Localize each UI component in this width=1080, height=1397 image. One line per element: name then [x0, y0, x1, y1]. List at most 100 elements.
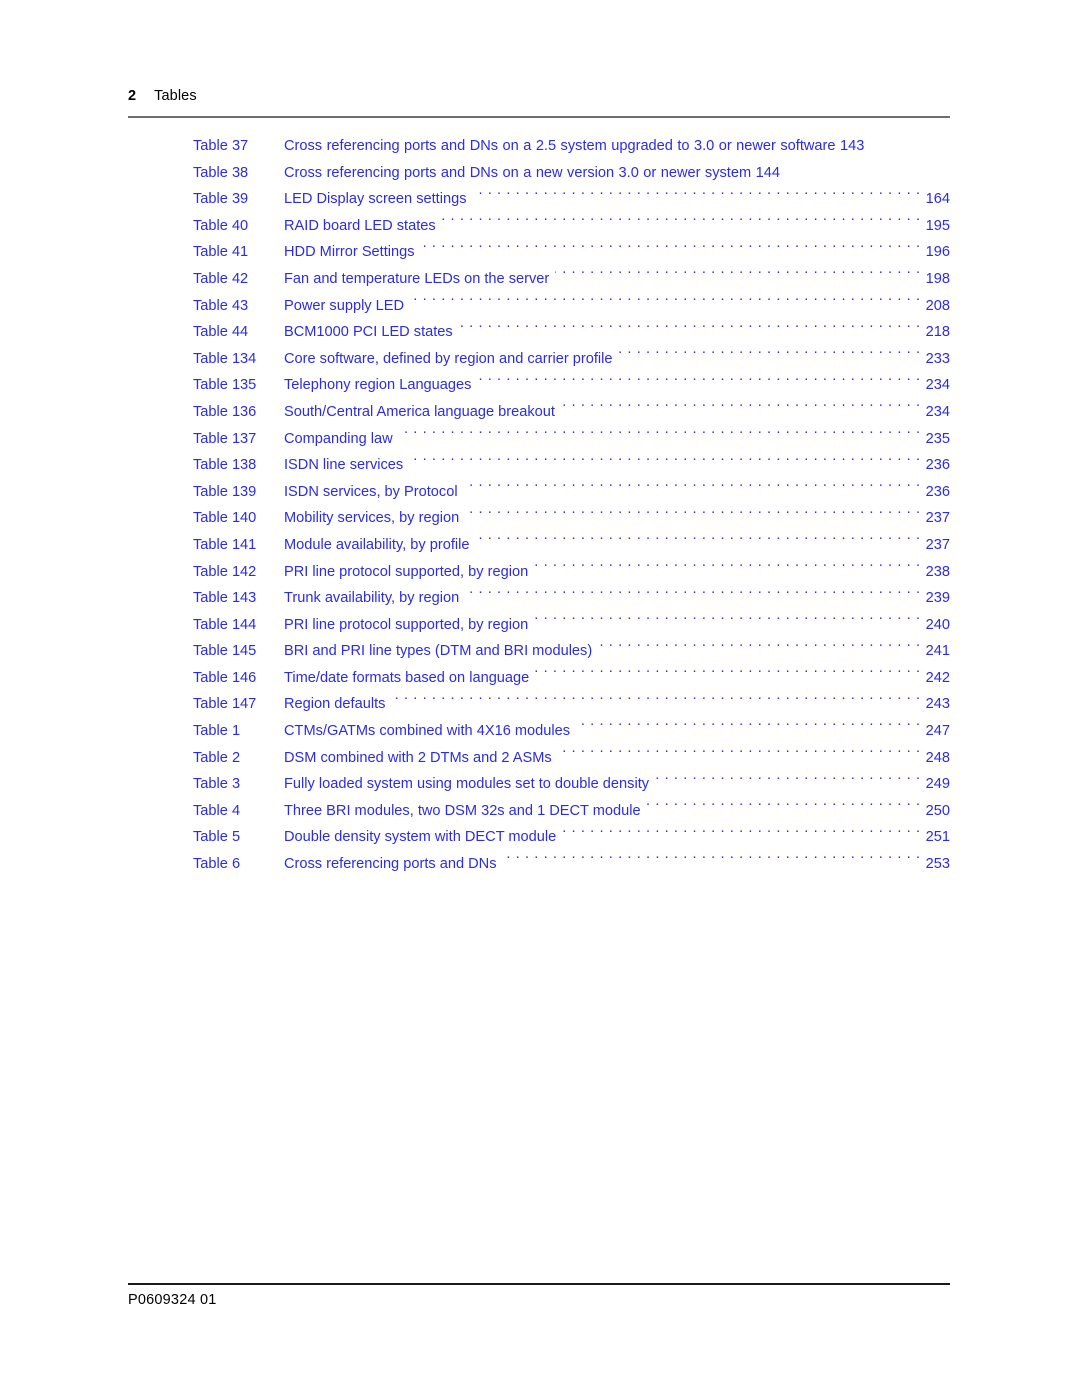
entry-title: DSM combined with 2 DTMs and 2 ASMs — [284, 749, 552, 766]
entry-label: Table 2 — [193, 749, 241, 766]
entry-body: ISDN line services 236 — [284, 452, 950, 479]
list-of-tables-entry[interactable]: Table 141 Module availability, by profile… — [128, 532, 950, 559]
dot-leader — [465, 588, 920, 603]
list-of-tables-entry[interactable]: Table 139 ISDN services, by Protocol 236 — [128, 479, 950, 506]
list-of-tables-entry[interactable]: Table 136 South/Central America language … — [128, 399, 950, 426]
list-of-tables-entry[interactable]: Table 147 Region defaults 243 — [128, 691, 950, 718]
list-of-tables-entry[interactable]: Table 142 PRI line protocol supported, by… — [128, 559, 950, 586]
entry-label: Table 142 — [193, 563, 257, 580]
entry-body: Trunk availability, by region 239 — [284, 585, 950, 612]
entry-title: ISDN services, by Protocol — [284, 483, 458, 500]
list-of-tables-entry[interactable]: Table 145 BRI and PRI line types (DTM and… — [128, 638, 950, 665]
entry-page-number: 196 — [925, 244, 950, 261]
list-of-tables-entry[interactable]: Table 134 Core software, defined by regio… — [128, 346, 950, 373]
entry-label: Table 147 — [193, 696, 257, 713]
entry-label: Table 139 — [193, 483, 257, 500]
entry-page-number: 241 — [925, 643, 950, 660]
page-folio-number: 2 — [128, 88, 137, 104]
entry-body: HDD Mirror Settings 196 — [284, 239, 950, 266]
entry-label: Table 41 — [193, 244, 249, 261]
dot-leader — [647, 800, 921, 815]
entry-title: Module availability, by profile — [284, 536, 470, 553]
entry-page-number: 195 — [925, 217, 950, 234]
entry-label: Table 138 — [193, 457, 257, 474]
dot-leader — [476, 534, 921, 549]
entry-page-number: 234 — [925, 377, 950, 394]
chapter-title: Tables — [154, 88, 197, 104]
list-of-tables-entry[interactable]: Table 2 DSM combined with 2 DTMs and 2 AS… — [128, 745, 950, 772]
entry-page-number: 237 — [925, 536, 950, 553]
entry-title: Three BRI modules, two DSM 32s and 1 DEC… — [284, 802, 641, 819]
entry-page-number: 239 — [925, 590, 950, 607]
entry-body: DSM combined with 2 DTMs and 2 ASMs 248 — [284, 745, 950, 772]
list-of-tables-entry[interactable]: Table 3 Fully loaded system using modules… — [128, 771, 950, 798]
list-of-tables-entry[interactable]: Table 37 Cross referencing ports and DNs … — [128, 133, 950, 160]
dot-leader — [558, 747, 921, 762]
dot-leader — [459, 322, 921, 337]
dot-leader — [442, 215, 921, 230]
list-of-tables-entry[interactable]: Table 138 ISDN line services 236 — [128, 452, 950, 479]
list-of-tables-entry[interactable]: Table 146 Time/date formats based on lang… — [128, 665, 950, 692]
entry-title: Cross referencing ports and DNs — [284, 856, 497, 873]
entry-body: Power supply LED 208 — [284, 293, 950, 320]
dot-leader — [561, 401, 921, 416]
entry-page-number: 249 — [925, 776, 950, 793]
dot-leader — [391, 694, 920, 709]
entry-label: Table 3 — [193, 776, 241, 793]
entry-body: Fully loaded system using modules set to… — [284, 771, 950, 798]
dot-leader — [535, 667, 920, 682]
list-of-tables-entry[interactable]: Table 38 Cross referencing ports and DNs … — [128, 160, 950, 187]
entry-label: Table 37 — [193, 138, 249, 154]
list-of-tables-entry[interactable]: Table 6 Cross referencing ports and DNs 25… — [128, 851, 950, 878]
entry-label: Table 137 — [193, 430, 257, 447]
entry-page-number: 198 — [925, 270, 950, 287]
entry-title: LED Display screen settings — [284, 191, 467, 208]
entry-label: Table 144 — [193, 616, 257, 633]
list-of-tables-entry[interactable]: Table 137 Companding law 235 — [128, 426, 950, 453]
entry-title: Telephony region Languages — [284, 377, 472, 394]
entry-title: Region defaults — [284, 696, 386, 713]
dot-leader — [410, 295, 921, 310]
entry-page-number: 208 — [925, 297, 950, 314]
entry-body: Mobility services, by region 237 — [284, 505, 950, 532]
dot-leader — [534, 614, 920, 629]
footer-document-number: P0609324 01 — [128, 1292, 217, 1308]
entry-title: Power supply LED — [284, 297, 405, 314]
entry-body: LED Display screen settings 164 — [284, 186, 950, 213]
list-of-tables-entry[interactable]: Table 143 Trunk availability, by region 23… — [128, 585, 950, 612]
list-of-tables-entry[interactable]: Table 140 Mobility services, by region 237 — [128, 505, 950, 532]
entry-label: Table 5 — [193, 829, 241, 846]
list-of-tables-entry[interactable]: Table 144 PRI line protocol supported, by… — [128, 612, 950, 639]
entry-body: CTMs/GATMs combined with 4X16 modules 247 — [284, 718, 950, 745]
dot-leader — [399, 428, 921, 443]
list-of-tables-entry[interactable]: Table 40 RAID board LED states 195 — [128, 213, 950, 240]
entry-body: Companding law 235 — [284, 426, 950, 453]
list-of-tables-entry[interactable]: Table 43 Power supply LED 208 — [128, 293, 950, 320]
list-of-tables-entry[interactable]: Table 41 HDD Mirror Settings 196 — [128, 239, 950, 266]
entry-page-number: 251 — [925, 829, 950, 846]
entry-label: Table 145 — [193, 643, 257, 660]
entry-page-number: 250 — [925, 802, 950, 819]
list-of-tables-entry[interactable]: Table 39 LED Display screen settings 164 — [128, 186, 950, 213]
entry-title: PRI line protocol supported, by region — [284, 563, 529, 580]
list-of-tables-entry[interactable]: Table 4 Three BRI modules, two DSM 32s an… — [128, 798, 950, 825]
entry-body: South/Central America language breakout 2… — [284, 399, 950, 426]
entry-label: Table 4 — [193, 802, 241, 819]
entry-title: BCM1000 PCI LED states — [284, 324, 453, 341]
dot-leader — [473, 189, 921, 204]
entry-body: Fan and temperature LEDs on the server 19… — [284, 266, 950, 293]
dot-leader — [576, 720, 921, 735]
list-of-tables-entry[interactable]: Table 1 CTMs/GATMs combined with 4X16 mod… — [128, 718, 950, 745]
list-of-tables-entry[interactable]: Table 135 Telephony region Languages 234 — [128, 372, 950, 399]
header-divider-rule — [128, 116, 950, 118]
entry-page-number: 248 — [925, 749, 950, 766]
list-of-tables-entry[interactable]: Table 44 BCM1000 PCI LED states 218 — [128, 319, 950, 346]
dot-leader — [465, 508, 920, 523]
entry-body: PRI line protocol supported, by region 24… — [284, 612, 950, 639]
list-of-tables: Table 37 Cross referencing ports and DNs … — [128, 133, 950, 878]
entry-page-number: 243 — [925, 696, 950, 713]
entry-title-with-page: Cross referencing ports and DNs on a new… — [284, 164, 780, 181]
list-of-tables-entry[interactable]: Table 42 Fan and temperature LEDs on the … — [128, 266, 950, 293]
list-of-tables-entry[interactable]: Table 5 Double density system with DECT m… — [128, 824, 950, 851]
entry-body: Module availability, by profile 237 — [284, 532, 950, 559]
